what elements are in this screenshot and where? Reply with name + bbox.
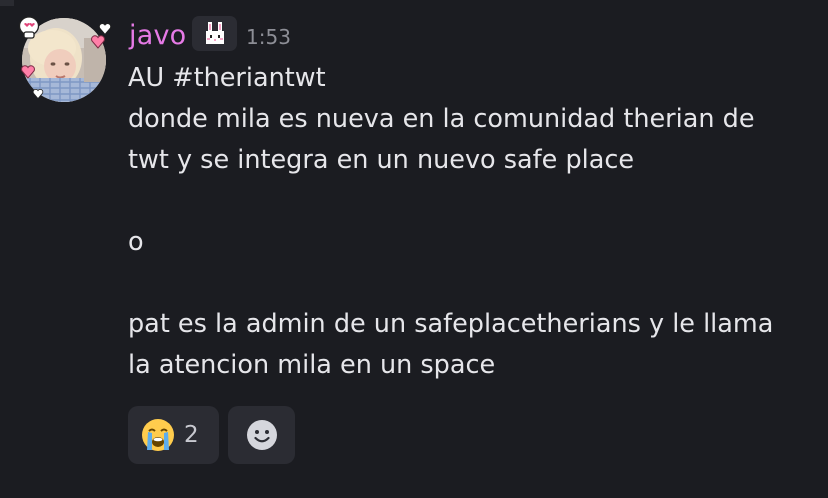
heart-icon bbox=[91, 35, 105, 49]
skull-heart-eyes-icon bbox=[18, 16, 40, 39]
heart-icon bbox=[21, 65, 35, 79]
reaction-loudly-crying[interactable]: 2 bbox=[128, 406, 219, 464]
author-badge[interactable] bbox=[192, 16, 237, 51]
smiley-face-icon bbox=[246, 420, 277, 450]
message-line: donde mila es nueva en la comunidad ther… bbox=[128, 104, 755, 134]
add-reaction-button[interactable] bbox=[228, 406, 295, 464]
loudly-crying-face-icon bbox=[142, 419, 174, 451]
previous-message-edge bbox=[0, 0, 14, 6]
avatar-with-decoration[interactable] bbox=[18, 16, 112, 106]
message-line: pat es la admin de un safeplacetherians … bbox=[128, 309, 774, 339]
heart-icon bbox=[98, 23, 112, 35]
message-line bbox=[128, 181, 818, 222]
message-line: AU #theriantwt bbox=[128, 63, 326, 93]
chat-message-view: javo 1:53 AU #theriantwt donde mila es n… bbox=[0, 0, 828, 498]
message-line bbox=[128, 263, 818, 304]
heart-icon bbox=[32, 88, 44, 100]
message-author[interactable]: javo bbox=[129, 20, 186, 51]
message-line: la atencion mila en un space bbox=[128, 350, 496, 380]
message-line: twt y se integra en un nuevo safe place bbox=[128, 145, 635, 175]
reaction-count: 2 bbox=[184, 422, 199, 448]
reactions-bar: 2 bbox=[128, 406, 295, 464]
bunny-icon bbox=[205, 21, 224, 44]
message-line: o bbox=[128, 227, 144, 257]
message-content: AU #theriantwt donde mila es nueva en la… bbox=[128, 58, 818, 386]
message-timestamp[interactable]: 1:53 bbox=[246, 25, 291, 49]
